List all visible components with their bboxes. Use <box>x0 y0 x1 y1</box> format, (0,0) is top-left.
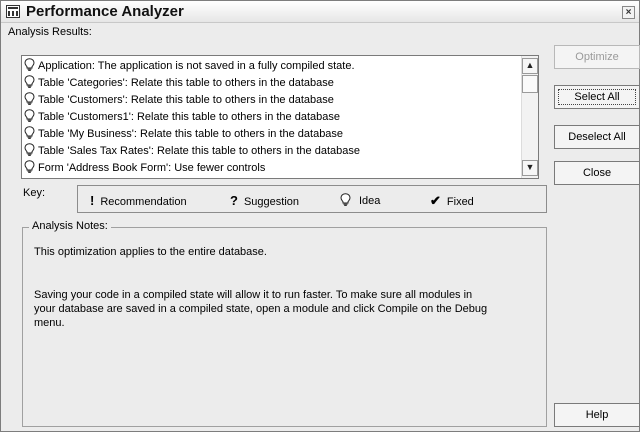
title-bar: Performance Analyzer × <box>1 1 639 23</box>
select-all-button[interactable]: Select All <box>554 85 640 109</box>
key-label: Key: <box>23 187 46 199</box>
idea-lightbulb-icon <box>24 126 35 139</box>
scroll-up-arrow-icon[interactable]: ▲ <box>522 58 538 74</box>
list-item-text: Form 'Address Book Form': Use fewer cont… <box>38 162 266 174</box>
list-item[interactable]: Table 'Customers': Relate this table to … <box>24 92 520 108</box>
idea-lightbulb-icon <box>24 143 35 156</box>
idea-lightbulb-icon <box>24 75 35 88</box>
scroll-down-arrow-icon[interactable]: ▼ <box>522 160 538 176</box>
key-item-suggestion: ? Suggestion <box>230 193 299 208</box>
optimize-button[interactable]: Optimize <box>554 45 640 69</box>
list-item-text: Table 'Categories': Relate this table to… <box>38 77 334 89</box>
key-item-label: Fixed <box>446 196 474 208</box>
list-item[interactable]: Table 'My Business': Relate this table t… <box>24 126 520 142</box>
scroll-thumb[interactable] <box>522 75 538 93</box>
fixed-checkmark-icon: ✔ <box>430 193 441 208</box>
list-item[interactable]: Application: The application is not save… <box>24 58 520 74</box>
list-item-text: Table 'My Business': Relate this table t… <box>38 128 344 140</box>
close-button[interactable]: Close <box>554 161 640 185</box>
idea-lightbulb-icon <box>24 160 35 173</box>
key-item-recommendation: ! Recommendation <box>90 193 187 208</box>
list-item[interactable]: Table 'Categories': Relate this table to… <box>24 75 520 91</box>
notes-line-3: your database are saved in a compiled st… <box>34 303 488 315</box>
deselect-all-button[interactable]: Deselect All <box>554 125 640 149</box>
notes-line-2: Saving your code in a compiled state wil… <box>34 289 473 301</box>
analysis-notes-legend: Analysis Notes: <box>29 220 111 232</box>
key-legend-box: ! Recommendation ? Suggestion Idea ✔ Fixed <box>77 185 547 213</box>
analysis-results-list[interactable]: Application: The application is not save… <box>21 55 539 179</box>
notes-line-4: menu. <box>34 317 65 329</box>
list-item-text: Table 'Sales Tax Rates': Relate this tab… <box>38 145 360 157</box>
list-item[interactable]: Form 'Address Book Form': Use fewer cont… <box>24 160 520 176</box>
idea-lightbulb-icon <box>24 92 35 105</box>
form-app-icon <box>6 5 20 18</box>
idea-lightbulb-icon <box>24 58 35 71</box>
close-window-icon[interactable]: × <box>622 6 635 19</box>
key-item-label: Suggestion <box>243 196 299 208</box>
list-item-text: Table 'Customers1': Relate this table to… <box>38 111 340 123</box>
key-item-fixed: ✔ Fixed <box>430 193 474 209</box>
help-button[interactable]: Help <box>554 403 640 427</box>
idea-lightbulb-icon <box>24 109 35 122</box>
idea-lightbulb-icon <box>340 193 351 206</box>
notes-line-1: This optimization applies to the entire … <box>34 246 267 258</box>
key-item-label: Idea <box>359 195 381 207</box>
results-scrollbar[interactable]: ▲ ▼ <box>521 56 538 178</box>
list-item[interactable]: Table 'Sales Tax Rates': Relate this tab… <box>24 143 520 159</box>
performance-analyzer-window: Performance Analyzer × Analysis Results:… <box>0 0 640 432</box>
list-item-text: Application: The application is not save… <box>38 60 355 72</box>
list-item-text: Table 'Customers': Relate this table to … <box>38 94 334 106</box>
key-item-idea: Idea <box>340 193 380 207</box>
key-item-label: Recommendation <box>100 196 187 208</box>
recommendation-icon: ! <box>90 193 95 208</box>
suggestion-icon: ? <box>230 193 238 208</box>
analysis-results-label: Analysis Results: <box>8 26 92 38</box>
window-title: Performance Analyzer <box>26 3 184 20</box>
list-item[interactable]: Table 'Customers1': Relate this table to… <box>24 109 520 125</box>
